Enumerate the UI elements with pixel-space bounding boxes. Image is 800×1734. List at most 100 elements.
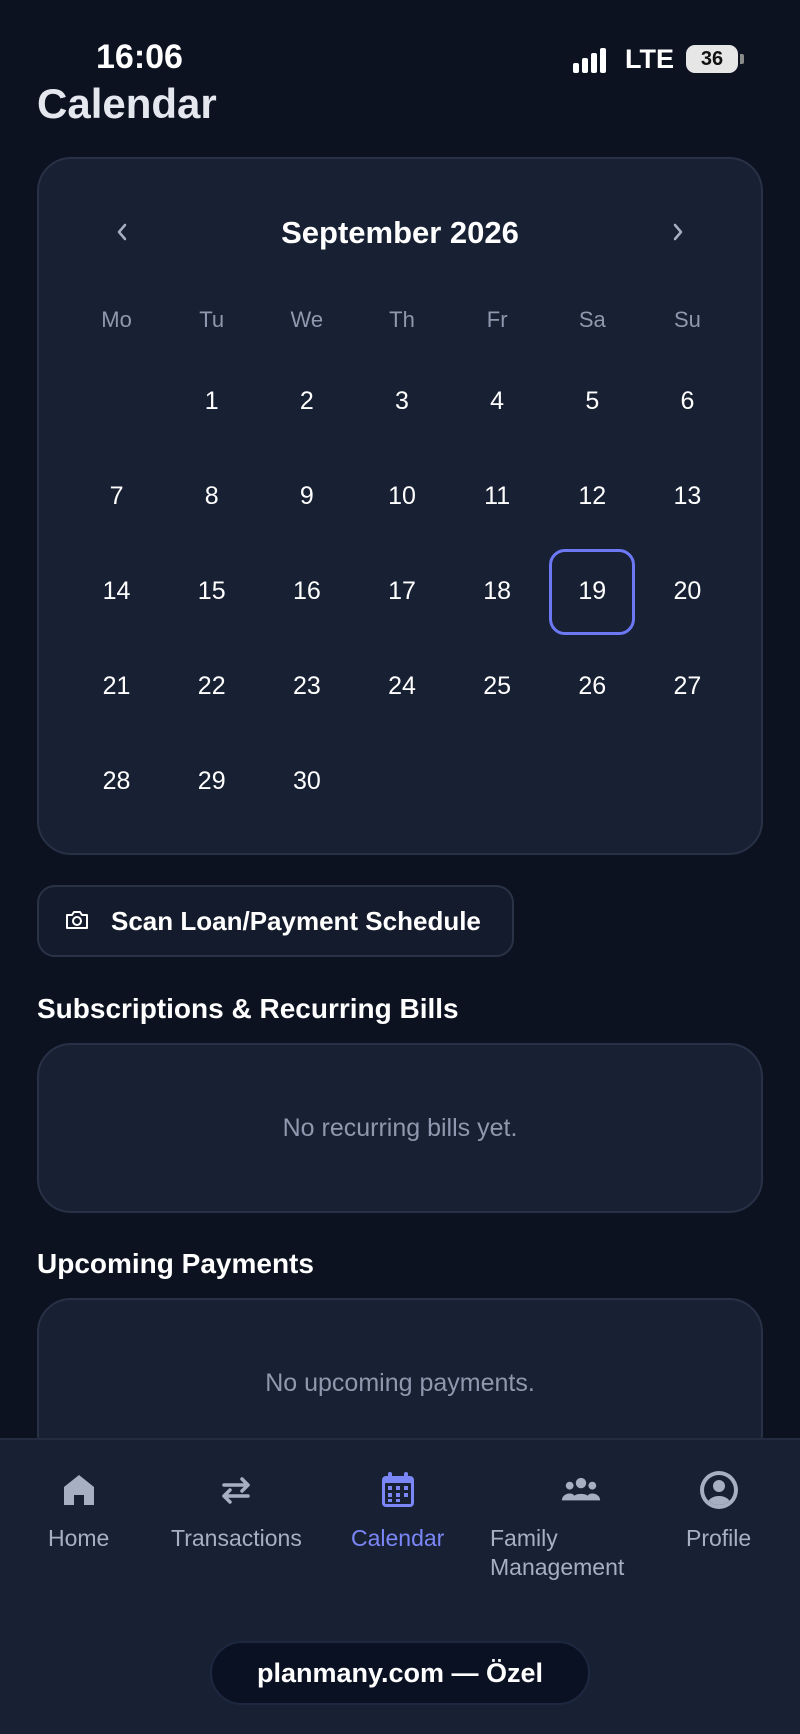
day-cell[interactable]: 30 [259,734,354,829]
day-cell[interactable]: 15 [164,544,259,639]
day-cell[interactable]: 24 [354,639,449,734]
day-cell[interactable]: 27 [640,639,735,734]
day-cell[interactable]: 14 [69,544,164,639]
day-cell[interactable]: 28 [69,734,164,829]
day-number: 5 [585,387,600,415]
day-cell[interactable]: 5 [545,354,640,449]
day-cell[interactable]: 18 [450,544,545,639]
day-cell[interactable]: 9 [259,449,354,544]
calendar-card: September 2026 Mo Tu We Th Fr Sa Su 1234567891… [37,157,763,855]
day-number: 14 [102,577,131,605]
day-number: 30 [292,767,321,795]
empty-day-cell [69,354,164,449]
recurring-bills-card: No recurring bills yet. [37,1043,763,1213]
chevron-right-icon [673,223,683,241]
tab-transactions[interactable]: Transactions [171,1470,302,1553]
page-title: Calendar [37,80,217,127]
next-month-button[interactable] [653,207,703,257]
day-number: 29 [197,767,226,795]
day-number: 25 [483,672,512,700]
day-cell[interactable]: 3 [354,354,449,449]
day-number: 6 [680,387,695,415]
day-cell[interactable]: 7 [69,449,164,544]
status-time: 16:06 [96,38,183,76]
tab-profile[interactable]: Profile [686,1470,751,1553]
day-number: 9 [299,482,314,510]
browser-url-pill[interactable]: planmany.com — Özel [210,1641,590,1705]
day-cell[interactable]: 4 [450,354,545,449]
scan-schedule-label: Scan Loan/Payment Schedule [111,905,481,936]
day-number: 4 [490,387,505,415]
day-number: 17 [388,577,416,605]
day-number: 18 [483,577,512,605]
day-number: 12 [578,482,607,510]
day-number: 10 [388,482,416,510]
status-indicators: LTE 36 [573,44,744,74]
selected-day-cell[interactable]: 19 [545,544,640,639]
day-cell[interactable]: 16 [259,544,354,639]
day-cell[interactable]: 2 [259,354,354,449]
day-cell[interactable]: 6 [640,354,735,449]
day-cell[interactable]: 13 [640,449,735,544]
day-number: 16 [292,577,321,605]
day-number: 27 [673,672,702,700]
day-cell[interactable]: 11 [450,449,545,544]
tab-calendar[interactable]: Calendar [351,1470,444,1553]
tab-profile-label: Profile [686,1525,752,1551]
day-number: 1 [204,387,219,415]
family-icon [561,1470,601,1510]
day-cell[interactable]: 23 [259,639,354,734]
weekday-label: Mo [101,307,132,332]
day-number: 24 [388,672,416,700]
home-icon [59,1470,99,1510]
weekday-label: Su [673,307,701,332]
day-cell[interactable]: 29 [164,734,259,829]
day-number: 19 [549,548,636,635]
day-cell[interactable]: 12 [545,449,640,544]
day-number: 3 [395,387,409,415]
day-number: 22 [197,672,226,700]
day-number: 15 [197,577,226,605]
day-number: 2 [299,387,314,415]
weekday-label: Tu [199,307,225,332]
weekday-label: We [290,307,324,332]
swap-arrows-icon [216,1470,256,1510]
day-cell[interactable]: 21 [69,639,164,734]
tab-calendar-label: Calendar [351,1525,445,1551]
tab-home[interactable]: Home [48,1470,109,1553]
day-number: 26 [578,672,607,700]
recurring-bills-empty-text: No recurring bills yet. [282,1113,518,1142]
scan-schedule-button[interactable]: Scan Loan/Payment Schedule [37,885,514,957]
day-cell[interactable]: 8 [164,449,259,544]
day-grid: 1 2 3 4 5 6 7 8 9 10 11 12 13 14 15 16 17 18 19 20 21 22 23 24 2… [69,354,735,829]
day-number: 7 [109,482,124,510]
upcoming-payments-empty-text: No upcoming payments. [265,1368,535,1397]
day-number: 21 [102,672,131,700]
tab-family-management-label: Family Management [490,1525,625,1580]
calendar-icon [378,1470,418,1510]
day-number: 20 [673,577,702,605]
calendar-screen: 16:06 LTE 36 Calendar September 2026 Mo T… [0,0,800,1734]
weekday-label: Sa [578,307,606,332]
day-cell[interactable]: 10 [354,449,449,544]
day-cell[interactable]: 17 [354,544,449,639]
upcoming-payments-title: Upcoming Payments [37,1248,314,1279]
day-cell[interactable]: 26 [545,639,640,734]
weekday-header: Mo Tu We Th Fr Sa Su [69,307,735,333]
weekday-label: Th [389,307,415,332]
day-number: 11 [484,482,511,510]
day-cell[interactable]: 20 [640,544,735,639]
day-cell[interactable]: 25 [450,639,545,734]
day-number: 13 [673,482,702,510]
day-number: 23 [292,672,321,700]
camera-icon [65,910,91,932]
battery-icon: 36 [686,45,744,73]
tab-family-management[interactable]: Family Management [490,1470,624,1582]
tab-home-label: Home [48,1525,110,1551]
day-cell[interactable]: 22 [164,639,259,734]
weekday-label: Fr [486,307,508,332]
day-number: 8 [204,482,219,510]
recurring-bills-title: Subscriptions & Recurring Bills [37,993,459,1024]
profile-icon [699,1470,739,1510]
day-cell[interactable]: 1 [164,354,259,449]
